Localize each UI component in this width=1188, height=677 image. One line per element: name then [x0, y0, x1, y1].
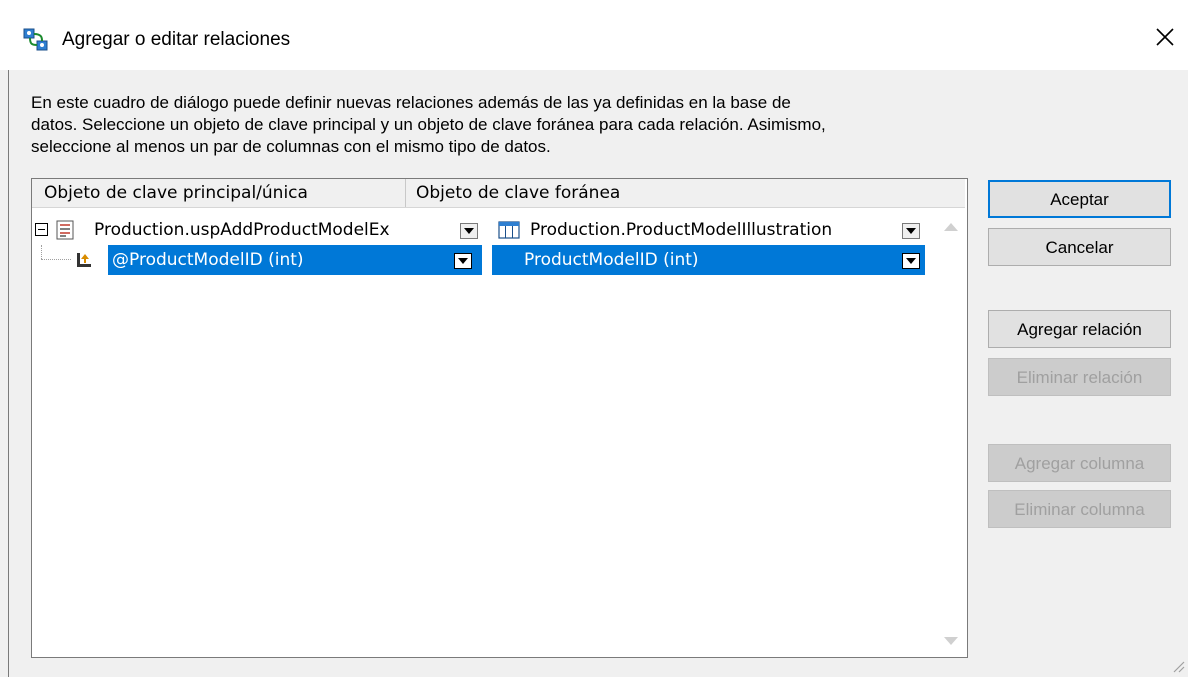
close-icon	[1156, 28, 1174, 46]
primary-object-value: Production.uspAddProductModelEx	[94, 220, 390, 240]
dialog-content: En este cuadro de diálogo puede definir …	[8, 70, 1188, 677]
tree-connector	[41, 245, 43, 259]
primary-column-value: @ProductModelID (int)	[112, 250, 304, 270]
scroll-up-arrow-icon[interactable]	[944, 223, 958, 231]
relation-row[interactable]: Production.uspAddProductModelEx Producti…	[32, 215, 937, 245]
description: En este cuadro de diálogo puede definir …	[31, 92, 991, 158]
resize-grip-icon[interactable]	[1169, 657, 1185, 673]
dialog-title: Agregar o editar relaciones	[62, 29, 291, 50]
description-line: datos. Seleccione un objeto de clave pri…	[31, 115, 826, 134]
grid-header: Objeto de clave principal/única Objeto d…	[32, 179, 965, 208]
parameter-icon	[77, 253, 91, 267]
collapse-toggle[interactable]	[35, 223, 48, 236]
primary-column-cell[interactable]: @ProductModelID (int)	[108, 245, 482, 275]
ok-button[interactable]: Aceptar	[988, 180, 1171, 218]
table-icon	[498, 221, 520, 239]
foreign-object-dropdown[interactable]	[902, 223, 920, 239]
stored-procedure-icon	[56, 220, 74, 240]
foreign-column-dropdown[interactable]	[902, 253, 920, 269]
cancel-button[interactable]: Cancelar	[988, 228, 1171, 266]
remove-column-button[interactable]: Eliminar columna	[988, 490, 1171, 528]
foreign-column-cell[interactable]: ProductModelID (int)	[492, 245, 925, 275]
column-pair-row[interactable]: @ProductModelID (int) ProductModelID (in…	[32, 245, 937, 275]
close-button[interactable]	[1142, 12, 1188, 62]
primary-object-dropdown[interactable]	[460, 223, 478, 239]
chevron-down-icon	[458, 258, 468, 264]
tree-connector	[41, 259, 71, 261]
chevron-down-icon	[906, 258, 916, 264]
foreign-column-value: ProductModelID (int)	[524, 250, 699, 270]
scroll-down-arrow-icon[interactable]	[944, 637, 958, 645]
remove-relation-button[interactable]: Eliminar relación	[988, 358, 1171, 396]
description-line: En este cuadro de diálogo puede definir …	[31, 93, 791, 112]
relations-dialog: Agregar o editar relaciones En este cuad…	[0, 0, 1188, 677]
chevron-down-icon	[464, 228, 474, 234]
add-relation-button[interactable]: Agregar relación	[988, 310, 1171, 348]
column-header-primary[interactable]: Objeto de clave principal/única	[32, 179, 406, 207]
relations-grid[interactable]: Objeto de clave principal/única Objeto d…	[31, 178, 968, 658]
primary-column-dropdown[interactable]	[454, 253, 472, 269]
add-column-button[interactable]: Agregar columna	[988, 444, 1171, 482]
foreign-object-value: Production.ProductModelIllustration	[530, 220, 833, 240]
chevron-down-icon	[906, 228, 916, 234]
description-line: seleccione al menos un par de columnas c…	[31, 137, 551, 156]
column-header-foreign[interactable]: Objeto de clave foránea	[406, 179, 966, 207]
relations-icon	[23, 28, 48, 51]
title-bar: Agregar o editar relaciones	[0, 0, 1188, 70]
